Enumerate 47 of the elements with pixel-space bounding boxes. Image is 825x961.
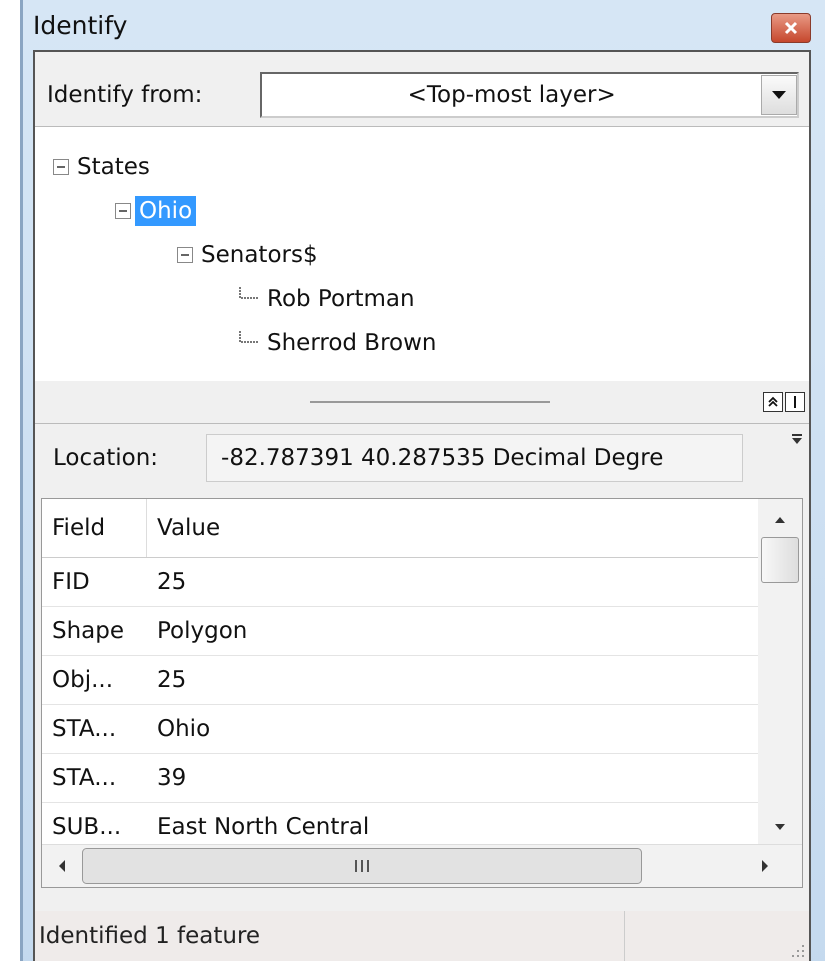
- identify-from-label: Identify from:: [47, 82, 202, 108]
- dropdown-arrow-button[interactable]: [761, 75, 797, 115]
- scroll-thumb[interactable]: [82, 848, 642, 884]
- table-cell-text: SUB...: [51, 814, 122, 840]
- tree-connector-icon: [239, 287, 259, 299]
- table-cell-text: Obj...: [51, 667, 114, 693]
- table-cell-text: FID: [51, 569, 91, 595]
- table-cell-text: 39: [156, 765, 188, 791]
- close-button[interactable]: [771, 13, 811, 43]
- table-cell-text: STA...: [51, 716, 118, 742]
- resize-grip-icon[interactable]: [791, 943, 805, 957]
- location-field[interactable]: -82.787391 40.287535 Decimal Degre: [206, 434, 743, 482]
- caret-icon: [772, 91, 786, 99]
- table-cell-text: Ohio: [156, 716, 212, 742]
- layout-button[interactable]: [785, 392, 805, 412]
- table-cell-text: Shape: [51, 618, 126, 644]
- bar-icon: [793, 396, 797, 408]
- table-cell-text: 25: [156, 667, 188, 693]
- collapse-panel-button[interactable]: [763, 392, 783, 412]
- tree-connector-icon: [239, 331, 259, 343]
- location-label: Location:: [53, 445, 158, 471]
- tree-item[interactable]: Rob Portman: [263, 284, 419, 314]
- tree-item[interactable]: States: [73, 152, 154, 182]
- table-cell-text: Polygon: [156, 618, 248, 644]
- scroll-thumb[interactable]: [761, 537, 799, 583]
- window-title: Identify: [33, 10, 128, 40]
- scroll-down-icon[interactable]: [775, 824, 785, 830]
- vertical-scrollbar[interactable]: [758, 499, 802, 844]
- horizontal-scrollbar[interactable]: [42, 844, 802, 887]
- collapse-icon[interactable]: [53, 159, 69, 175]
- table-cell-text: 25: [156, 569, 188, 595]
- collapse-icon[interactable]: [115, 203, 131, 219]
- scroll-right-icon[interactable]: [762, 860, 768, 872]
- tree-item[interactable]: Senators$: [197, 240, 322, 270]
- scroll-left-icon[interactable]: [59, 860, 65, 872]
- close-icon: [784, 21, 798, 35]
- column-header[interactable]: Value: [147, 499, 758, 557]
- collapse-icon[interactable]: [177, 247, 193, 263]
- double-chevron-icon: [767, 396, 779, 408]
- status-text: Identified 1 feature: [35, 911, 625, 961]
- tree-item[interactable]: Sherrod Brown: [263, 328, 441, 358]
- column-header[interactable]: Field: [42, 499, 147, 557]
- layer-dropdown[interactable]: <Top-most layer>: [260, 72, 799, 118]
- location-options-icon[interactable]: [791, 434, 803, 446]
- scroll-up-icon[interactable]: [775, 517, 785, 523]
- table-cell-text: East North Central: [156, 814, 370, 840]
- table-cell-text: STA...: [51, 765, 118, 791]
